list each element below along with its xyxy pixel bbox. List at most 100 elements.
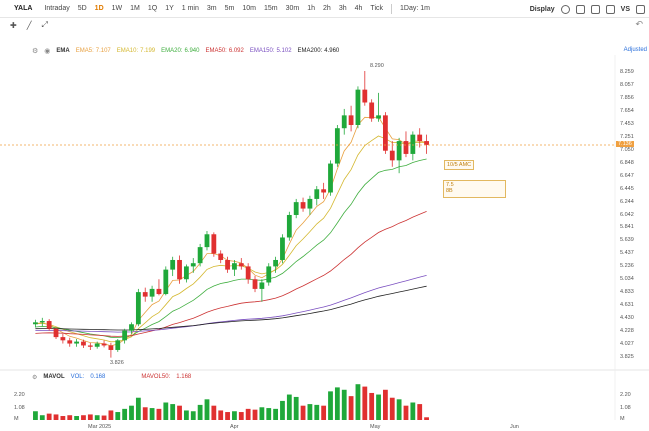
ema-legend-item[interactable]: EMA50: 6.092 xyxy=(205,48,243,54)
candle-body xyxy=(67,340,73,344)
ema-legend-item[interactable]: EMA10: 7.199 xyxy=(117,48,155,54)
price-tick: 4.833 xyxy=(620,289,634,296)
layout-icon[interactable] xyxy=(605,4,615,14)
volume-bar xyxy=(204,399,210,420)
ema-legend-item[interactable]: EMA200: 4.960 xyxy=(298,48,340,54)
timeframe-1q[interactable]: 1Q xyxy=(144,5,161,12)
price-chart[interactable] xyxy=(0,0,649,431)
camera-icon[interactable] xyxy=(590,4,600,14)
volume-bar xyxy=(190,411,196,420)
volume-bar xyxy=(163,402,169,420)
volume-tick: 2.20 xyxy=(620,392,631,398)
timeframe-4h[interactable]: 4h xyxy=(351,5,367,12)
symbol-label[interactable]: YALA xyxy=(14,5,32,12)
current-price-tag: 7.136 xyxy=(616,141,634,147)
price-tick: 6.445 xyxy=(620,185,634,192)
volume-bar xyxy=(328,391,333,420)
ema-line xyxy=(35,285,427,331)
timeframe-1m[interactable]: 1M xyxy=(126,5,144,12)
candle-body xyxy=(321,189,327,193)
candle-body xyxy=(81,341,86,346)
timeframe-1-min[interactable]: 1 min xyxy=(178,5,203,12)
candle-body xyxy=(87,345,93,347)
candle-body xyxy=(60,337,66,341)
note-annotation[interactable]: 10/5 AMC xyxy=(444,160,475,170)
candle-body xyxy=(252,279,258,289)
adjusted-button[interactable]: Adjusted xyxy=(624,47,647,53)
volume-bars xyxy=(33,384,429,420)
volume-bar xyxy=(87,414,93,420)
candle-body xyxy=(410,134,416,154)
volume-bar xyxy=(135,397,141,420)
price-tick: 7.251 xyxy=(620,133,634,140)
price-tick: 7.453 xyxy=(620,120,634,127)
ema-legend-item[interactable]: EMA5: 7.107 xyxy=(76,48,111,54)
timeframe-2h[interactable]: 2h xyxy=(319,5,335,12)
divider xyxy=(391,3,392,14)
timeframe-3m[interactable]: 3m xyxy=(203,5,221,12)
timeframe-10m[interactable]: 10m xyxy=(238,5,260,12)
crosshair-icon[interactable]: ✚ xyxy=(10,21,17,30)
target-annotation[interactable]: 7.5 8B xyxy=(443,180,506,198)
candle-body xyxy=(382,115,388,151)
candle-body xyxy=(74,341,80,344)
display-button[interactable]: Display xyxy=(530,6,555,13)
candle-body xyxy=(369,102,375,119)
settings-icon[interactable] xyxy=(560,4,570,14)
gear-icon[interactable]: ⚙ xyxy=(32,47,38,55)
price-tick: 8.057 xyxy=(620,81,634,88)
ema-legend-item[interactable]: EMA150: 5.102 xyxy=(250,48,292,54)
candle-body xyxy=(129,324,134,331)
timeframe-1w[interactable]: 1W xyxy=(108,5,127,12)
ema-name: EMA50: xyxy=(205,48,227,54)
top-bar: YALA Intraday 5D 1D 1W 1M 1Q 1Y 1 min 3m 5m 10m 15m… xyxy=(0,0,649,18)
candles xyxy=(33,71,429,358)
candle-body xyxy=(328,163,333,193)
ema-name: EMA10: xyxy=(116,48,139,54)
x-tick: Jun xyxy=(510,424,519,430)
ema-legend-item[interactable]: EMA20: 6.940 xyxy=(161,48,199,54)
eye-icon[interactable]: ◉ xyxy=(44,47,50,55)
indicators-icon[interactable] xyxy=(575,4,585,14)
interval-dropdown[interactable]: 1Day: 1m xyxy=(396,5,434,12)
draw-tool-icon[interactable]: ╱ xyxy=(27,21,32,30)
fullscreen-icon[interactable] xyxy=(636,4,645,14)
price-tick: 4.631 xyxy=(620,302,634,309)
ema-value: 4.960 xyxy=(324,48,340,54)
timeframe-5m[interactable]: 5m xyxy=(221,5,239,12)
candle-body xyxy=(218,253,224,260)
volume-bar xyxy=(170,404,176,420)
ema-line xyxy=(35,275,427,333)
price-tick: 4.027 xyxy=(620,341,634,348)
volume-bar xyxy=(286,394,292,420)
timeframe-15m[interactable]: 15m xyxy=(260,5,282,12)
timeframe-3h[interactable]: 3h xyxy=(335,5,351,12)
expand-icon[interactable]: ⤢ xyxy=(42,20,48,30)
candle-body xyxy=(348,115,354,125)
timeframe-5d[interactable]: 5D xyxy=(74,5,91,12)
volume-bar xyxy=(334,387,340,420)
x-tick: Mar 2025 xyxy=(88,424,112,430)
volume-bar xyxy=(108,410,114,420)
candle-body xyxy=(101,343,107,346)
candle-body xyxy=(33,322,38,325)
ema-name: EMA200: xyxy=(297,48,323,54)
volume-bar xyxy=(362,386,368,420)
volume-bar xyxy=(280,400,285,420)
price-tick: 8.259 xyxy=(620,69,634,75)
volume-bar xyxy=(321,405,327,420)
gear-icon[interactable]: ⚙ xyxy=(32,374,37,381)
timeframe-intraday[interactable]: Intraday xyxy=(40,5,73,12)
candle-body xyxy=(190,263,196,267)
timeframe-1d[interactable]: 1D xyxy=(91,5,108,12)
timeframe-30m[interactable]: 30m xyxy=(282,5,304,12)
compare-button[interactable]: VS xyxy=(621,6,630,13)
timeframe-1y[interactable]: 1Y xyxy=(161,5,178,12)
undo-icon[interactable]: ↶ xyxy=(635,19,643,30)
volume-bar xyxy=(341,389,347,420)
timeframe-tick[interactable]: Tick xyxy=(366,5,387,12)
timeframe-1h[interactable]: 1h xyxy=(303,5,319,12)
ema-value: 7.107 xyxy=(95,48,111,54)
price-tick: 4.228 xyxy=(620,328,634,335)
candle-body xyxy=(341,115,347,129)
